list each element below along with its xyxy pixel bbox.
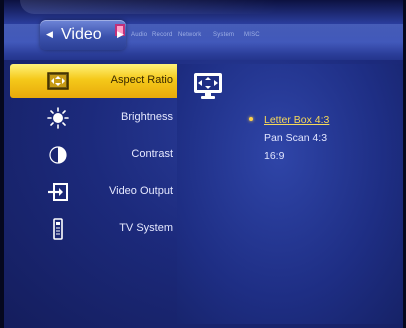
tab-record[interactable]: Record xyxy=(152,32,173,38)
selected-bullet-icon xyxy=(249,117,253,121)
sidebar: Aspect Ratio Brightness Contrast Video O… xyxy=(10,64,177,324)
sidebar-item-label: Video Output xyxy=(108,185,173,197)
tab-system[interactable]: System xyxy=(213,32,234,38)
sidebar-item-label: Contrast xyxy=(131,148,173,160)
header-glow xyxy=(20,0,280,14)
option-16-9[interactable]: 16:9 xyxy=(264,150,284,162)
video-output-icon xyxy=(48,183,68,201)
tab-left-arrow-icon[interactable]: ◀ xyxy=(46,29,53,40)
tab-right-arrow-icon[interactable]: ▶ xyxy=(117,29,124,40)
tab-video-label: Video xyxy=(61,26,102,43)
tab-misc[interactable]: MISC xyxy=(244,32,260,38)
sidebar-item-aspect-ratio[interactable]: Aspect Ratio xyxy=(10,64,177,98)
tab-video[interactable]: ◀ Video ▶ xyxy=(40,20,126,50)
brightness-icon xyxy=(47,107,69,129)
sidebar-item-label: Brightness xyxy=(121,111,173,123)
sidebar-item-label: TV System xyxy=(119,222,173,234)
option-pan-scan[interactable]: Pan Scan 4:3 xyxy=(264,132,327,144)
sidebar-item-contrast[interactable]: Contrast xyxy=(10,138,177,172)
contrast-icon xyxy=(49,146,67,164)
sidebar-item-brightness[interactable]: Brightness xyxy=(10,101,177,135)
option-letter-box[interactable]: Letter Box 4:3 xyxy=(264,114,329,126)
sidebar-item-video-output[interactable]: Video Output xyxy=(10,175,177,209)
screen-border-left xyxy=(0,0,4,328)
sidebar-item-tv-system[interactable]: TV System xyxy=(10,212,177,246)
tab-network[interactable]: Network xyxy=(178,32,201,38)
tv-system-icon xyxy=(53,218,63,240)
tab-audio[interactable]: Audio xyxy=(131,32,147,38)
sidebar-item-label: Aspect Ratio xyxy=(110,74,173,86)
screen: ◀ Video ▶ Audio Record Network System MI… xyxy=(0,0,406,328)
options-panel: Letter Box 4:3 Pan Scan 4:3 16:9 xyxy=(177,64,403,324)
aspect-ratio-icon xyxy=(47,72,69,90)
monitor-icon xyxy=(194,73,222,99)
